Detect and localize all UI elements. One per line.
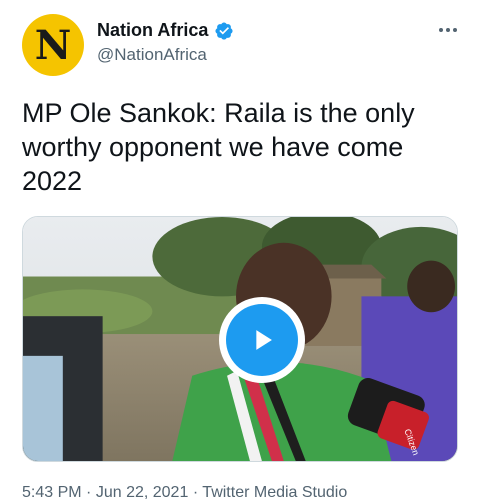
avatar-letter: N [34, 22, 72, 69]
verified-badge-icon [215, 21, 233, 40]
video-player[interactable]: Citizen [22, 216, 458, 462]
tweet-meta: 5:43 PM · Jun 22, 2021 · Twitter Media S… [22, 484, 347, 502]
meta-separator: · [192, 484, 199, 501]
author-handle[interactable]: @NationAfrica [97, 45, 207, 65]
more-options-icon[interactable] [436, 22, 460, 38]
play-button[interactable] [219, 297, 305, 383]
meta-separator: · [86, 484, 92, 501]
author-name[interactable]: Nation Africa [97, 20, 208, 41]
avatar[interactable]: N [22, 14, 84, 76]
tweet-date[interactable]: Jun 22, 2021 [96, 484, 189, 501]
play-icon [256, 330, 272, 350]
tweet-source[interactable]: Twitter Media Studio [202, 484, 347, 501]
tweet-time[interactable]: 5:43 PM [22, 484, 82, 501]
author-row: Nation Africa [97, 20, 234, 41]
tweet-text: MP Ole Sankok: Raila is the only worthy … [22, 98, 415, 196]
